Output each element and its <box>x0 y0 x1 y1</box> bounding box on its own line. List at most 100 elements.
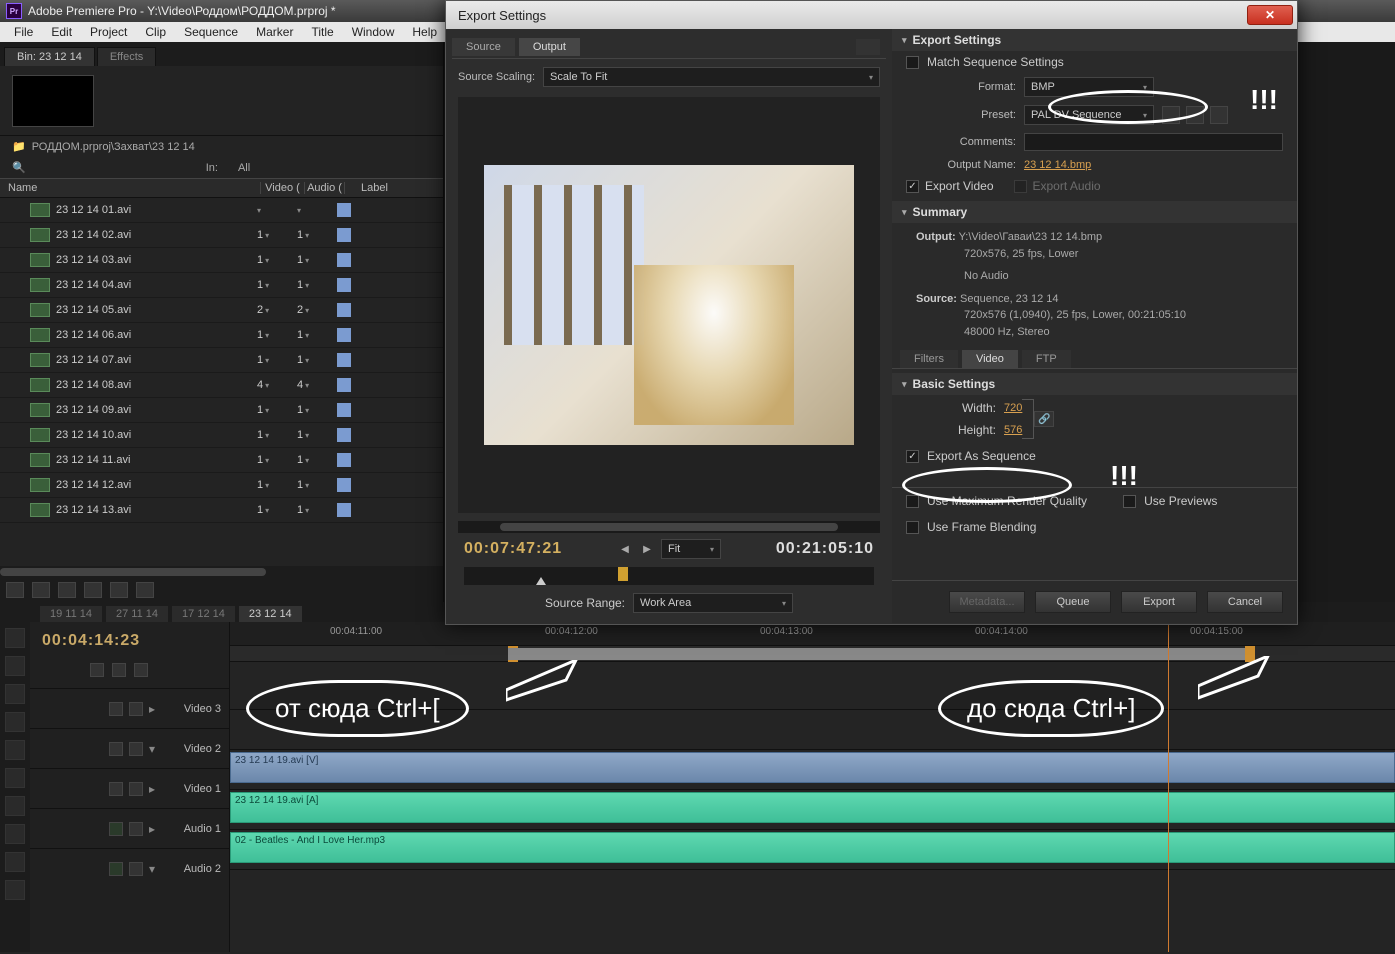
label-swatch[interactable] <box>337 203 351 217</box>
menu-help[interactable]: Help <box>404 25 445 39</box>
expand-icon[interactable]: ▾ <box>149 742 155 756</box>
v3-eye-icon[interactable] <box>109 702 123 716</box>
menu-clip[interactable]: Clip <box>137 25 174 39</box>
basic-settings-section[interactable]: Basic Settings <box>892 373 1297 395</box>
file-row[interactable]: 23 12 14 11.avi 1 1 <box>0 448 443 473</box>
source-range-dropdown[interactable]: Work Area <box>633 593 793 613</box>
label-swatch[interactable] <box>337 328 351 342</box>
label-swatch[interactable] <box>337 253 351 267</box>
file-row[interactable]: 23 12 14 08.avi 4 4 <box>0 373 443 398</box>
video-subtab[interactable]: Video <box>962 350 1018 368</box>
v1-eye-icon[interactable] <box>109 782 123 796</box>
selection-tool-icon[interactable] <box>5 628 25 648</box>
track-v2[interactable] <box>230 710 1395 750</box>
razor-tool-icon[interactable] <box>5 768 25 788</box>
clip-audio[interactable]: 02 - Beatles - And I Love Her.mp3 <box>230 832 1395 863</box>
track-v1[interactable]: 23 12 14 19.avi [V] <box>230 750 1395 790</box>
video-count[interactable]: 2 <box>251 304 291 316</box>
timeline-tracks-area[interactable]: 00:04:11:00 00:04:12:00 00:04:13:00 00:0… <box>230 622 1395 952</box>
export-settings-section[interactable]: Export Settings <box>892 29 1297 51</box>
constrain-link-icon[interactable]: 🔗 <box>1034 411 1054 427</box>
audio-count[interactable]: 1 <box>291 229 331 241</box>
file-row[interactable]: 23 12 14 02.avi 1 1 <box>0 223 443 248</box>
metadata-button[interactable]: Metadata... <box>949 591 1025 613</box>
video-count[interactable]: 1 <box>251 404 291 416</box>
frame-blending-checkbox[interactable] <box>906 521 919 534</box>
crop-icon[interactable] <box>856 39 880 55</box>
project-scrollbar[interactable] <box>0 566 443 578</box>
preset-dropdown[interactable]: PAL DV Sequence <box>1024 105 1154 125</box>
label-swatch[interactable] <box>337 428 351 442</box>
menu-project[interactable]: Project <box>82 25 135 39</box>
step-back-icon[interactable]: ◀ <box>617 541 633 557</box>
file-list[interactable]: 23 12 14 01.avi 23 12 14 02.avi 1 1 23 1… <box>0 198 443 566</box>
seek-bar[interactable] <box>464 567 874 585</box>
import-preset-icon[interactable] <box>1186 106 1204 124</box>
video-count[interactable]: 4 <box>251 379 291 391</box>
filters-subtab[interactable]: Filters <box>900 350 958 368</box>
slip-tool-icon[interactable] <box>5 796 25 816</box>
audio-count[interactable]: 1 <box>291 479 331 491</box>
label-swatch[interactable] <box>337 403 351 417</box>
audio-count[interactable]: 1 <box>291 404 331 416</box>
label-swatch[interactable] <box>337 228 351 242</box>
expand-icon[interactable]: ▾ <box>149 862 155 876</box>
file-row[interactable]: 23 12 14 10.avi 1 1 <box>0 423 443 448</box>
delete-preset-icon[interactable] <box>1210 106 1228 124</box>
audio-count[interactable] <box>291 206 331 215</box>
timeline-tab-3[interactable]: 23 12 14 <box>239 606 302 622</box>
rolling-tool-icon[interactable] <box>5 712 25 732</box>
clip-audio[interactable]: 23 12 14 19.avi [A] <box>230 792 1395 823</box>
a2-lock-icon[interactable] <box>129 862 143 876</box>
output-tab[interactable]: Output <box>519 38 580 56</box>
audio-count[interactable]: 1 <box>291 454 331 466</box>
menu-marker[interactable]: Marker <box>248 25 301 39</box>
file-row[interactable]: 23 12 14 13.avi 1 1 <box>0 498 443 523</box>
v1-lock-icon[interactable] <box>129 782 143 796</box>
video-count[interactable] <box>251 206 291 215</box>
file-row[interactable]: 23 12 14 07.avi 1 1 <box>0 348 443 373</box>
track-a1[interactable]: 23 12 14 19.avi [A] <box>230 790 1395 830</box>
find-icon[interactable] <box>58 582 76 598</box>
expand-icon[interactable]: ▸ <box>149 822 155 836</box>
audio-count[interactable]: 1 <box>291 279 331 291</box>
track-v3[interactable] <box>230 670 1395 710</box>
close-button[interactable]: ✕ <box>1247 5 1293 25</box>
comments-input[interactable] <box>1024 133 1283 151</box>
audio-count[interactable]: 1 <box>291 329 331 341</box>
label-swatch[interactable] <box>337 278 351 292</box>
playhead[interactable] <box>1168 622 1169 952</box>
v2-lock-icon[interactable] <box>129 742 143 756</box>
timecode-in[interactable]: 00:07:47:21 <box>464 540 562 558</box>
seek-playhead-icon[interactable] <box>536 577 546 585</box>
settings-icon[interactable] <box>134 663 148 677</box>
label-swatch[interactable] <box>337 303 351 317</box>
project-tab-effects[interactable]: Effects <box>97 47 156 66</box>
file-row[interactable]: 23 12 14 09.avi 1 1 <box>0 398 443 423</box>
filter-in-value[interactable]: All <box>238 162 250 174</box>
ripple-tool-icon[interactable] <box>5 684 25 704</box>
preview-hscroll[interactable] <box>458 521 880 533</box>
pen-tool-icon[interactable] <box>5 824 25 844</box>
file-row[interactable]: 23 12 14 05.avi 2 2 <box>0 298 443 323</box>
a1-lock-icon[interactable] <box>129 822 143 836</box>
save-preset-icon[interactable] <box>1162 106 1180 124</box>
trash-icon[interactable] <box>136 582 154 598</box>
audio-count[interactable]: 4 <box>291 379 331 391</box>
file-row[interactable]: 23 12 14 01.avi <box>0 198 443 223</box>
clip-video[interactable]: 23 12 14 19.avi [V] <box>230 752 1395 783</box>
col-audio[interactable]: Audio ( <box>304 182 344 194</box>
menu-sequence[interactable]: Sequence <box>176 25 246 39</box>
expand-icon[interactable]: ▸ <box>149 782 155 796</box>
marker-icon[interactable] <box>112 663 126 677</box>
ftp-subtab[interactable]: FTP <box>1022 350 1071 368</box>
label-swatch[interactable] <box>337 478 351 492</box>
timeline-tab-0[interactable]: 19 11 14 <box>40 606 102 622</box>
zoom-tool-icon[interactable] <box>5 880 25 900</box>
video-count[interactable]: 1 <box>251 254 291 266</box>
project-tab-bin[interactable]: Bin: 23 12 14 <box>4 47 95 66</box>
cancel-button[interactable]: Cancel <box>1207 591 1283 613</box>
menu-title[interactable]: Title <box>303 25 341 39</box>
video-count[interactable]: 1 <box>251 229 291 241</box>
file-row[interactable]: 23 12 14 04.avi 1 1 <box>0 273 443 298</box>
